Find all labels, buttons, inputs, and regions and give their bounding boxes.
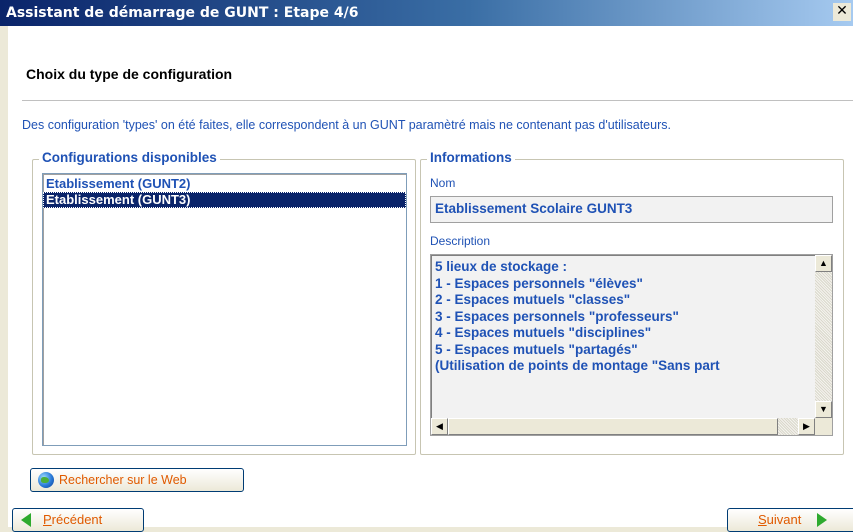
description-text: 5 lieux de stockage : 1 - Espaces person… xyxy=(435,259,815,375)
scroll-thumb[interactable] xyxy=(448,418,778,435)
next-accel: S xyxy=(758,512,767,527)
configurations-legend: Configurations disponibles xyxy=(39,150,220,165)
previous-accel: P xyxy=(43,512,52,527)
globe-icon xyxy=(38,472,54,488)
window-frame xyxy=(0,26,8,527)
description-line: 3 - Espaces personnels "professeurs" xyxy=(435,308,679,324)
scroll-right-icon[interactable]: ▶ xyxy=(798,418,815,435)
scrollbar-corner xyxy=(815,418,832,435)
search-web-label: Rechercher sur le Web xyxy=(59,473,187,487)
description-label: Description xyxy=(430,234,491,248)
description-line: 5 lieux de stockage : xyxy=(435,259,568,274)
description-line: 2 - Espaces mutuels "classes" xyxy=(435,292,631,307)
header-divider xyxy=(22,100,853,102)
description-field[interactable]: 5 lieux de stockage : 1 - Espaces person… xyxy=(430,254,833,436)
description-line: (Utilisation de points de montage "Sans … xyxy=(435,358,720,373)
list-item-selected[interactable]: Etablissement (GUNT3) xyxy=(43,192,406,208)
next-label: uivant xyxy=(766,512,802,527)
nom-field[interactable]: Etablissement Scolaire GUNT3 xyxy=(430,196,833,223)
window-title: Assistant de démarrage de GUNT : Etape 4… xyxy=(6,5,359,21)
horizontal-scrollbar[interactable]: ◀ ▶ xyxy=(431,418,815,435)
close-icon: ✕ xyxy=(836,3,848,19)
previous-label: récédent xyxy=(51,512,103,527)
list-item[interactable]: Etablissement (GUNT2) xyxy=(43,176,406,192)
window-titlebar: Assistant de démarrage de GUNT : Etape 4… xyxy=(0,0,853,26)
scroll-left-icon[interactable]: ◀ xyxy=(431,418,448,435)
informations-legend: Informations xyxy=(427,150,515,165)
arrow-right-icon xyxy=(817,513,827,527)
nom-label: Nom xyxy=(430,176,456,190)
vertical-scrollbar[interactable]: ▲ ▼ xyxy=(815,255,832,418)
next-button[interactable]: Suivant xyxy=(727,508,853,532)
page-title: Choix du type de configuration xyxy=(26,66,233,82)
scroll-down-icon[interactable]: ▼ xyxy=(815,401,832,418)
description-line: 5 - Espaces mutuels "partagés" xyxy=(435,341,638,357)
description-line: 1 - Espaces personnels "élèves" xyxy=(435,275,643,291)
previous-button[interactable]: Précédent xyxy=(12,508,144,532)
intro-text: Des configuration 'types' on été faites,… xyxy=(22,118,671,132)
scroll-up-icon[interactable]: ▲ xyxy=(815,255,832,272)
search-web-button[interactable]: Rechercher sur le Web xyxy=(30,468,244,492)
close-button[interactable]: ✕ xyxy=(833,3,851,21)
configurations-list[interactable]: Etablissement (GUNT2) Etablissement (GUN… xyxy=(42,173,407,446)
description-line: 4 - Espaces mutuels "disciplines" xyxy=(435,325,652,340)
arrow-left-icon xyxy=(21,513,31,527)
